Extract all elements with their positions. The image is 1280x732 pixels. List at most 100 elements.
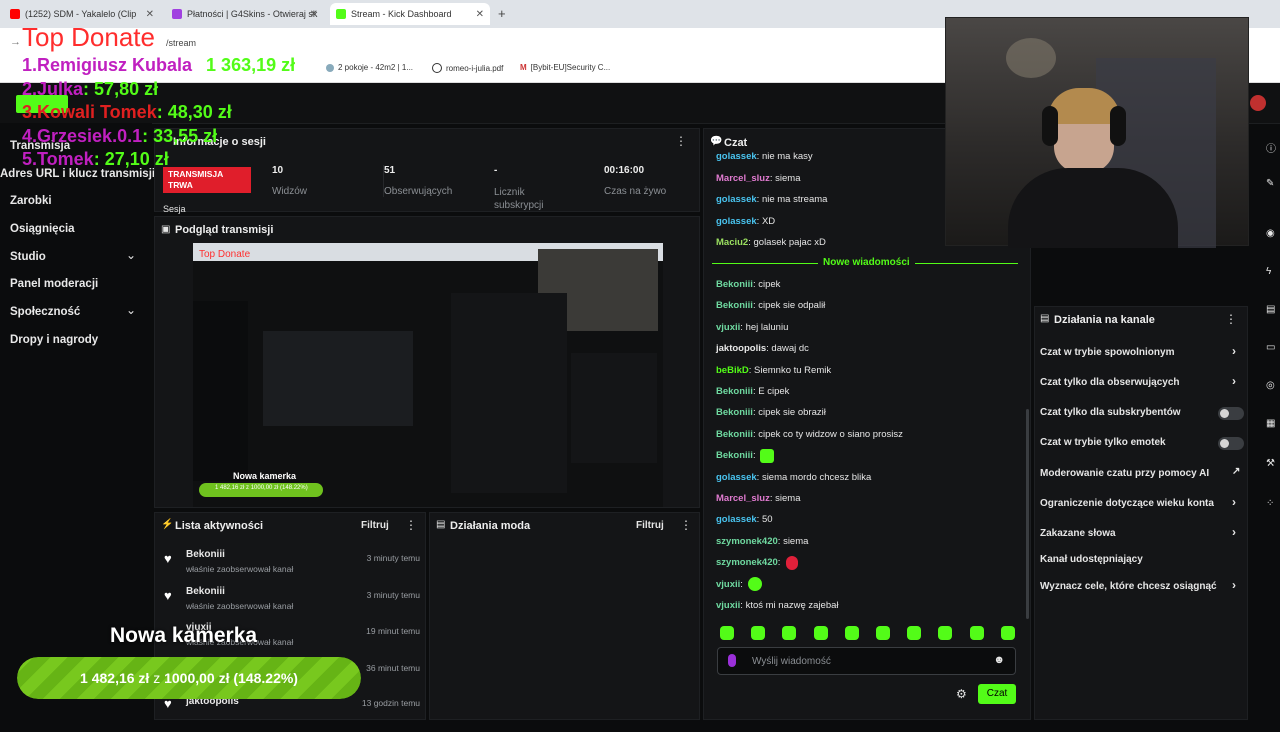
broadcast-icon[interactable]: ◎ [1266, 380, 1280, 394]
forward-icon[interactable]: → [10, 36, 21, 48]
chat-username[interactable]: Bekoniii [716, 386, 753, 397]
chat-username[interactable]: vjuxii [716, 600, 740, 611]
activity-filter-button[interactable]: Filtruj [361, 520, 389, 531]
chat-username[interactable]: golassek [716, 216, 757, 227]
toggle-switch[interactable] [1218, 437, 1244, 450]
channel-option[interactable]: Kanał udostępniający [1040, 554, 1143, 565]
chevron-right-icon[interactable]: › [1232, 525, 1236, 539]
camera-icon[interactable]: ◉ [1266, 228, 1280, 242]
donor-rank: 1. [22, 55, 38, 75]
channel-option[interactable]: Czat w trybie tylko emotek [1040, 437, 1166, 448]
bookmark-item[interactable]: M [Bybit-EU]Security C... [520, 63, 610, 72]
sidebar-item-studio[interactable]: Studio [10, 251, 46, 263]
emote-picker-icon[interactable] [907, 626, 922, 640]
emote-picker-icon[interactable] [751, 626, 766, 640]
chat-scrollbar[interactable] [1026, 409, 1029, 619]
close-tab-icon[interactable]: ✕ [476, 9, 484, 20]
emote-icon [748, 577, 762, 591]
chat-username[interactable]: szymonek420 [716, 557, 778, 568]
activity-row: ♥ Bekoniii właśnie zaobserwował kanał 3 … [160, 586, 420, 622]
live-status-badge: TRANSMISJA TRWA [163, 167, 251, 193]
new-tab-button[interactable]: + [498, 6, 506, 21]
chat-username[interactable]: jaktoopolis [716, 343, 766, 354]
emote-picker-icon[interactable] [720, 626, 734, 640]
browser-tab-kick[interactable]: Stream - Kick Dashboard ✕ [330, 3, 490, 25]
chat-username[interactable]: Bekoniii [716, 429, 753, 440]
chat-icon[interactable]: ▭ [1266, 342, 1280, 356]
chat-username[interactable]: Marcel_sluz [716, 493, 770, 504]
more-icon[interactable]: ⋮ [405, 518, 417, 532]
external-link-icon[interactable]: ↗ [1232, 466, 1240, 477]
chevron-down-icon[interactable]: ⌄ [126, 248, 136, 262]
stat-value: 51 [384, 165, 396, 176]
chat-username[interactable]: Bekoniii [716, 300, 753, 311]
chat-username[interactable]: golassek [716, 194, 757, 205]
stream-preview-video[interactable]: Top Donate Nowa kamerka 1 482,16 zł z 10… [193, 243, 663, 507]
heart-icon: ♥ [164, 551, 172, 566]
channel-option[interactable]: Wyznacz cele, które chcesz osiągnąć [1040, 581, 1217, 592]
flash-icon[interactable]: ϟ [1266, 266, 1280, 280]
more-icon[interactable]: ⋮ [1225, 312, 1237, 326]
channel-option[interactable]: Moderowanie czatu przy pomocy AI [1040, 468, 1209, 479]
sidebar-item-spolecznosc[interactable]: Społeczność [10, 306, 80, 318]
browser-tab-g4skins[interactable]: Płatności | G4Skins - Otwieraj sk ✕ [166, 3, 324, 25]
sidebar-item-zarobki[interactable]: Zarobki [10, 195, 52, 207]
users-icon[interactable]: ⁘ [1266, 498, 1280, 512]
channel-option[interactable]: Ograniczenie dotyczące wieku konta [1040, 498, 1214, 509]
more-icon[interactable]: ⋮ [680, 518, 692, 532]
chat-message: vjuxii: [716, 579, 743, 590]
emoji-icon[interactable]: ☻ [993, 654, 1005, 666]
channel-option[interactable]: Czat w trybie spowolnionym [1040, 347, 1174, 358]
chat-username[interactable]: vjuxii [716, 579, 740, 590]
goal-amount: 1 482,16 zł [80, 670, 150, 686]
channel-option[interactable]: Czat tylko dla subskrybentów [1040, 407, 1181, 418]
close-tab-icon[interactable]: ✕ [146, 9, 154, 20]
chat-username[interactable]: szymonek420 [716, 536, 778, 547]
channel-option[interactable]: Czat tylko dla obserwujących [1040, 377, 1180, 388]
channel-option[interactable]: Zakazane słowa [1040, 528, 1116, 539]
chat-message: golassek: nie ma kasy [716, 151, 813, 162]
chat-username[interactable]: Bekoniii [716, 407, 753, 418]
chat-username[interactable]: Bekoniii [716, 450, 753, 461]
chat-input-box[interactable]: Wyślij wiadomość ☻ [717, 647, 1016, 675]
chat-username[interactable]: golassek [716, 514, 757, 525]
chat-username[interactable]: Maciu2 [716, 237, 748, 248]
chat-text: : Siemnko tu Remik [748, 364, 832, 376]
chat-username[interactable]: vjuxii [716, 322, 740, 333]
emote-picker-icon[interactable] [813, 626, 828, 640]
chevron-right-icon[interactable]: › [1232, 344, 1236, 358]
chat-username[interactable]: beBikD [716, 365, 749, 376]
chevron-down-icon[interactable]: ⌄ [126, 303, 136, 317]
wrench-icon[interactable]: ⚒ [1266, 458, 1280, 472]
chevron-right-icon[interactable]: › [1232, 578, 1236, 592]
emote-picker-icon[interactable] [1000, 626, 1015, 640]
info-icon[interactable]: ⓘ [1266, 140, 1280, 155]
notes-icon[interactable]: ▤ [1266, 304, 1280, 318]
chevron-right-icon[interactable]: › [1232, 495, 1236, 509]
emote-picker-icon[interactable] [876, 626, 890, 640]
chat-username[interactable]: Bekoniii [716, 279, 753, 290]
layers-icon[interactable]: ▦ [1266, 418, 1280, 432]
mod-filter-button[interactable]: Filtruj [636, 520, 664, 531]
gear-icon[interactable]: ⚙ [956, 687, 967, 701]
emote-picker-icon[interactable] [844, 626, 859, 640]
toggle-switch[interactable] [1218, 407, 1244, 420]
sidebar-item-osiagniecia[interactable]: Osiągnięcia [10, 223, 75, 235]
emote-picker-icon[interactable] [969, 626, 984, 640]
chat-username[interactable]: Marcel_sluz [716, 173, 770, 184]
emote-picker-icon[interactable] [782, 626, 797, 640]
close-tab-icon[interactable]: ✕ [310, 9, 318, 20]
more-icon[interactable]: ⋮ [675, 134, 687, 148]
send-chat-button[interactable]: Czat [978, 684, 1016, 704]
emote-picker-icon[interactable] [938, 626, 953, 640]
chat-username[interactable]: golassek [716, 472, 757, 483]
sidebar-item-dropy[interactable]: Dropy i nagrody [10, 334, 98, 346]
edit-icon[interactable]: ✎ [1266, 178, 1280, 192]
bookmark-item[interactable]: romeo-i-julia.pdf [432, 63, 503, 73]
chevron-right-icon[interactable]: › [1232, 374, 1236, 388]
sidebar-item-panel-moderacji[interactable]: Panel moderacji [10, 278, 98, 290]
bookmark-item[interactable]: 2 pokoje - 42m2 | 1... [326, 63, 413, 72]
chat-text: : golasek pajac xD [748, 237, 826, 248]
avatar[interactable] [1250, 95, 1266, 111]
chat-username[interactable]: golassek [716, 151, 757, 162]
